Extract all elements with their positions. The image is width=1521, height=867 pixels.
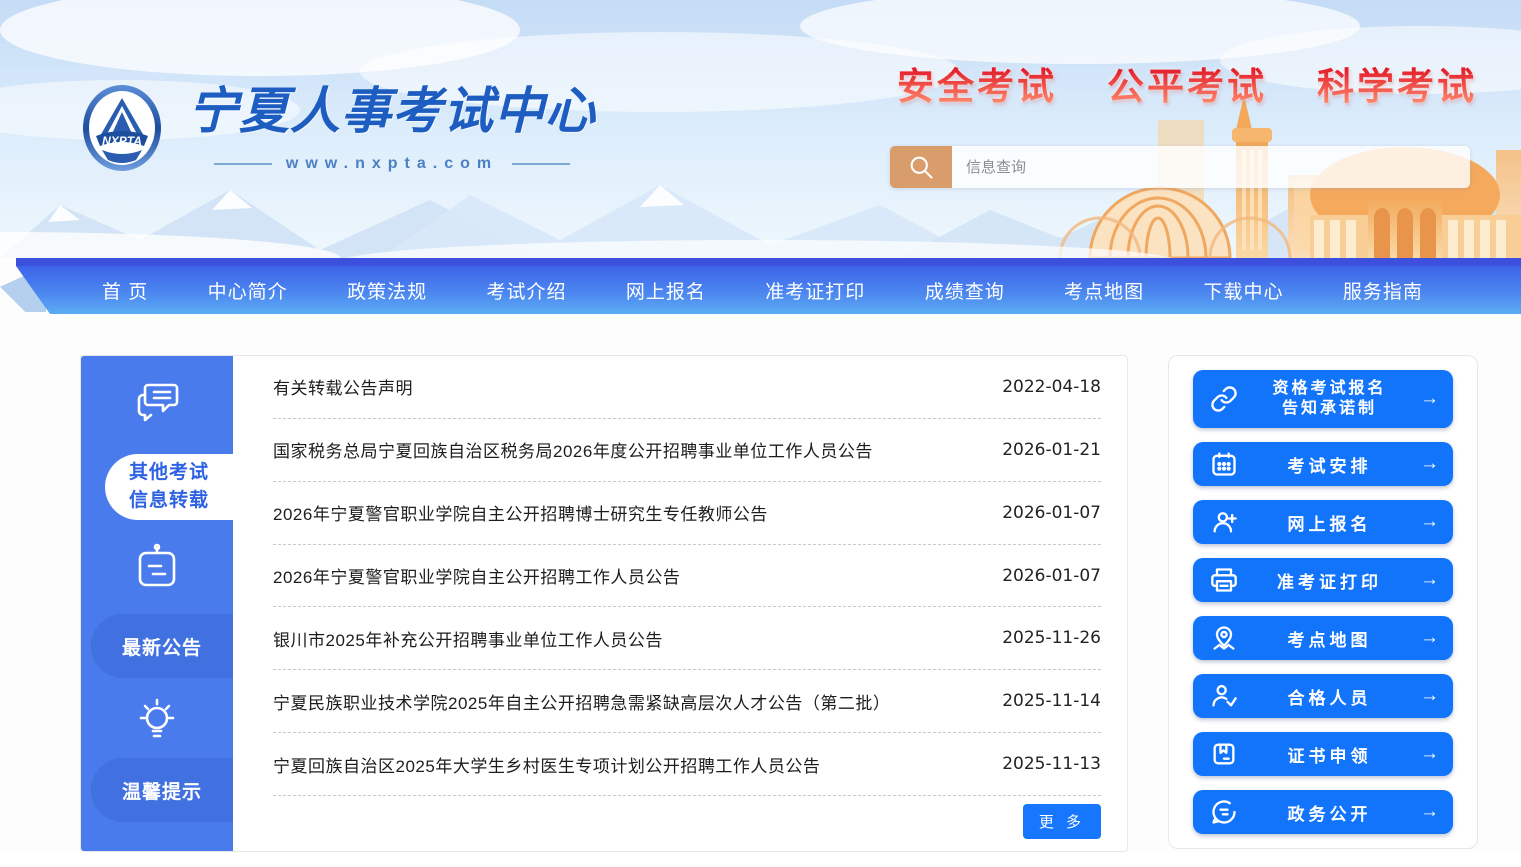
certificate-icon [1209, 739, 1239, 769]
lightbulb-icon [81, 692, 233, 746]
nav-top-strip [16, 258, 1521, 266]
nav-item-site-map[interactable]: 考点地图 [1064, 277, 1144, 304]
quick-link-exam-schedule[interactable]: 考试安排 → [1193, 442, 1453, 486]
search-bar [890, 146, 1470, 188]
quick-link-qualified-personnel[interactable]: 合格人员 → [1193, 674, 1453, 718]
calendar-icon [1209, 449, 1239, 479]
arrow-right-icon: → [1420, 388, 1439, 410]
nav-item-service-guide[interactable]: 服务指南 [1343, 277, 1423, 304]
more-row: 更 多 [273, 796, 1101, 851]
site-url: www.nxpta.com [188, 155, 596, 173]
arrow-right-icon: → [1420, 801, 1439, 823]
nav-item-admission-print[interactable]: 准考证打印 [765, 277, 865, 304]
search-input[interactable] [952, 146, 1470, 188]
nav-item-about[interactable]: 中心简介 [208, 277, 288, 304]
chat-bubbles-icon [81, 374, 233, 432]
nav-item-score-query[interactable]: 成绩查询 [925, 277, 1005, 304]
announcement-row[interactable]: 2026年宁夏警官职业学院自主公开招聘工作人员公告 2026-01-07 [273, 545, 1101, 608]
link-icon [1209, 384, 1239, 414]
site-header: NXPTA 宁夏人事考试中心 www.nxpta.com 安全考试 公平考试 科… [0, 0, 1521, 258]
quick-link-online-register[interactable]: 网上报名 → [1193, 500, 1453, 544]
url-rule-left [214, 163, 272, 165]
announcement-row[interactable]: 宁夏民族职业技术学院2025年自主公开招聘急需紧缺高层次人才公告（第二批） 20… [273, 670, 1101, 733]
more-button[interactable]: 更 多 [1023, 804, 1101, 839]
site-logo-icon: NXPTA [82, 84, 162, 172]
info-chat-icon [1209, 797, 1239, 827]
arrow-right-icon: → [1420, 569, 1439, 591]
url-rule-right [512, 163, 570, 165]
header-slogans: 安全考试 公平考试 科学考试 [897, 56, 1477, 110]
nav-item-home[interactable]: 首 页 [102, 277, 148, 304]
nav-item-policy[interactable]: 政策法规 [347, 277, 427, 304]
site-logo-lockup[interactable]: NXPTA 宁夏人事考试中心 www.nxpta.com [82, 84, 596, 173]
printer-icon [1209, 565, 1239, 595]
search-button[interactable] [890, 146, 952, 188]
nav-item-exam-intro[interactable]: 考试介绍 [486, 277, 566, 304]
svg-text:NXPTA: NXPTA [102, 134, 142, 148]
search-icon [907, 153, 935, 181]
quick-links-panel: 资格考试报名 告知承诺制 → 考试安排 → [1168, 355, 1478, 849]
arrow-right-icon: → [1420, 685, 1439, 707]
announcement-row[interactable]: 有关转载公告声明 2022-04-18 [273, 356, 1101, 419]
slogan-safe: 安全考试 [897, 56, 1057, 110]
main-nav: 首 页 中心简介 政策法规 考试介绍 网上报名 准考证打印 成绩查询 考点地图 … [0, 258, 1521, 318]
user-plus-icon [1209, 507, 1239, 537]
slogan-fair: 公平考试 [1107, 56, 1267, 110]
arrow-right-icon: → [1420, 743, 1439, 765]
announcement-row[interactable]: 宁夏回族自治区2025年大学生乡村医生专项计划公开招聘工作人员公告 2025-1… [273, 733, 1101, 796]
announcement-row[interactable]: 银川市2025年补充公开招聘事业单位工作人员公告 2025-11-26 [273, 607, 1101, 670]
sidebar-tab-latest-notices[interactable]: 最新公告 [91, 614, 233, 678]
notice-board-icon [81, 540, 233, 592]
map-pin-icon [1209, 623, 1239, 653]
sidebar-tab-other-exam-info[interactable]: 其他考试 信息转载 [105, 454, 233, 520]
user-check-icon [1209, 681, 1239, 711]
site-title: 宁夏人事考试中心 [188, 84, 596, 139]
nav-item-online-register[interactable]: 网上报名 [626, 277, 706, 304]
announcement-row[interactable]: 国家税务总局宁夏回族自治区税务局2026年度公开招聘事业单位工作人员公告 202… [273, 419, 1101, 482]
quick-link-admission-print[interactable]: 准考证打印 → [1193, 558, 1453, 602]
sidebar-tab-warm-tips[interactable]: 温馨提示 [91, 758, 233, 822]
page-content: 其他考试 信息转载 最新公告 [0, 318, 1521, 852]
announcement-card: 其他考试 信息转载 最新公告 [80, 355, 1128, 852]
quick-link-site-map[interactable]: 考点地图 → [1193, 616, 1453, 660]
arrow-right-icon: → [1420, 627, 1439, 649]
announcement-list: 有关转载公告声明 2022-04-18 国家税务总局宁夏回族自治区税务局2026… [233, 356, 1127, 851]
quick-link-certificate-claim[interactable]: 证书申领 → [1193, 732, 1453, 776]
arrow-right-icon: → [1420, 511, 1439, 533]
category-sidebar: 其他考试 信息转载 最新公告 [81, 356, 233, 851]
quick-link-government-affairs[interactable]: 政务公开 → [1193, 790, 1453, 834]
nav-item-download[interactable]: 下载中心 [1204, 277, 1284, 304]
arrow-right-icon: → [1420, 453, 1439, 475]
slogan-scientific: 科学考试 [1317, 56, 1477, 110]
announcement-row[interactable]: 2026年宁夏警官职业学院自主公开招聘博士研究生专任教师公告 2026-01-0… [273, 482, 1101, 545]
quick-link-commitment-system[interactable]: 资格考试报名 告知承诺制 → [1193, 370, 1453, 428]
nav-bar: 首 页 中心简介 政策法规 考试介绍 网上报名 准考证打印 成绩查询 考点地图 … [0, 266, 1521, 314]
